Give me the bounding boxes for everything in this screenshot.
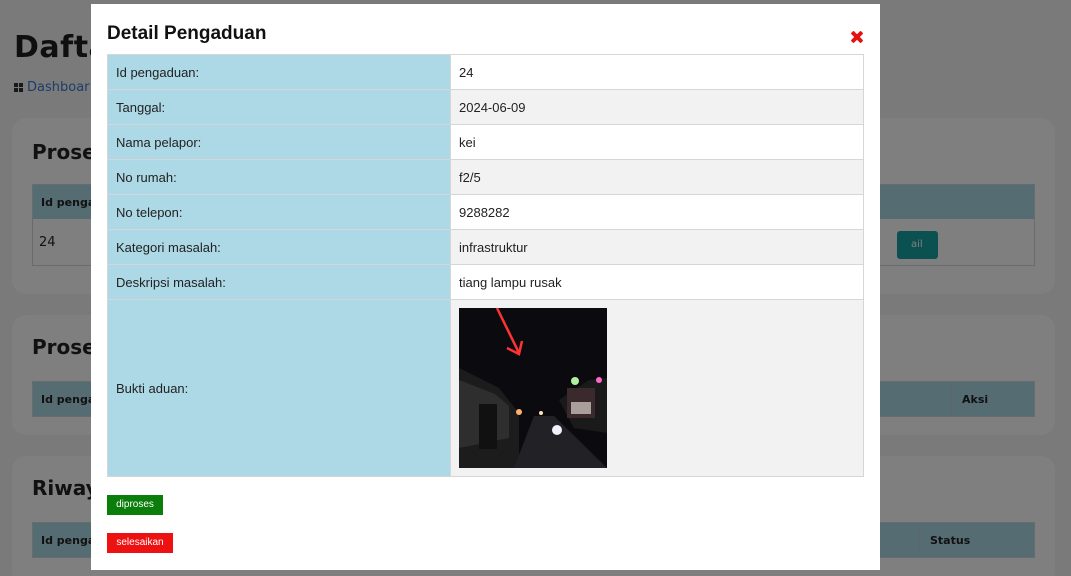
row-value bbox=[450, 299, 864, 477]
process-button[interactable]: diproses bbox=[107, 495, 163, 515]
evidence-photo[interactable] bbox=[459, 308, 607, 468]
row-label: Id pengaduan: bbox=[107, 54, 451, 90]
row-value: 24 bbox=[450, 54, 864, 90]
detail-table: Id pengaduan: 24 Tanggal: 2024-06-09 Nam… bbox=[107, 54, 864, 477]
table-row: No telepon: 9288282 bbox=[107, 194, 864, 230]
row-value: f2/5 bbox=[450, 159, 864, 195]
row-label: Bukti aduan: bbox=[107, 299, 451, 477]
row-label: No rumah: bbox=[107, 159, 451, 195]
row-value: tiang lampu rusak bbox=[450, 264, 864, 300]
close-icon[interactable] bbox=[850, 30, 864, 44]
row-label: Tanggal: bbox=[107, 89, 451, 125]
table-row-image: Bukti aduan: bbox=[107, 299, 864, 477]
detail-modal: Detail Pengaduan Id pengaduan: 24 Tangga… bbox=[91, 4, 880, 570]
finish-button[interactable]: selesaikan bbox=[107, 533, 173, 553]
row-label: Kategori masalah: bbox=[107, 229, 451, 265]
table-row: Deskripsi masalah: tiang lampu rusak bbox=[107, 264, 864, 300]
table-row: No rumah: f2/5 bbox=[107, 159, 864, 195]
row-value: infrastruktur bbox=[450, 229, 864, 265]
row-label: Nama pelapor: bbox=[107, 124, 451, 160]
table-row: Id pengaduan: 24 bbox=[107, 54, 864, 90]
table-row: Tanggal: 2024-06-09 bbox=[107, 89, 864, 125]
row-value: 9288282 bbox=[450, 194, 864, 230]
row-label: Deskripsi masalah: bbox=[107, 264, 451, 300]
table-row: Nama pelapor: kei bbox=[107, 124, 864, 160]
row-label: No telepon: bbox=[107, 194, 451, 230]
modal-title: Detail Pengaduan bbox=[107, 23, 267, 44]
row-value: kei bbox=[450, 124, 864, 160]
row-value: 2024-06-09 bbox=[450, 89, 864, 125]
table-row: Kategori masalah: infrastruktur bbox=[107, 229, 864, 265]
